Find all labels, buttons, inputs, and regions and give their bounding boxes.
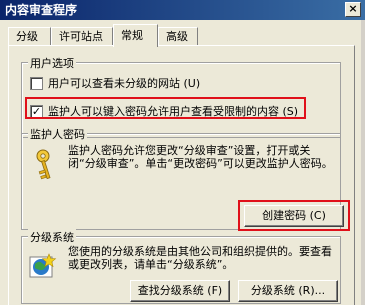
highlight-box (25, 97, 306, 119)
tab-ratings-label: 分级 (16, 30, 38, 43)
supervisor-password-group: 监护人密码 监护人密码允许您更改“分级审查”设置，打开或关闭“分级审查”。单击“… (21, 126, 350, 231)
window-edge (361, 20, 365, 305)
supervisor-description: 监护人密码允许您更改“分级审查”设置，打开或关闭“分级审查”。单击“更改密码”可… (68, 144, 333, 170)
tab-general[interactable]: 常规 (113, 24, 158, 47)
tab-general-label: 常规 (121, 29, 143, 42)
tab-advanced[interactable]: 高级 (158, 27, 198, 46)
user-options-title: 用户选项 (28, 55, 76, 71)
create-password-button[interactable]: 创建密码 (C) (244, 205, 344, 227)
tab-ratings[interactable]: 分级 (8, 27, 51, 46)
rating-systems-group: 分级系统 您使用的分级系统是由其他公司和组织提供的。要查看或更改列表，请单击“分… (21, 229, 341, 304)
find-rating-systems-button[interactable]: 查找分级系统 (F) (130, 280, 230, 302)
allow-unrated-checkbox[interactable] (30, 76, 43, 90)
rating-systems-description: 您使用的分级系统是由其他公司和组织提供的。要查看或更改列表，请单击“分级系统”。 (68, 245, 332, 271)
supervisor-password-title: 监护人密码 (28, 126, 87, 142)
title-bar: 内容审查程序 × (0, 0, 365, 20)
rating-system-icon (28, 251, 58, 286)
window-title: 内容审查程序 (5, 3, 78, 17)
close-button[interactable]: × (345, 2, 361, 17)
tab-approved-sites-label: 许可站点 (59, 30, 103, 43)
tab-advanced-label: 高级 (166, 30, 188, 43)
key-icon (28, 148, 58, 187)
allow-unrated-label: 用户可以查看未分级的网站 (U) (48, 77, 201, 90)
tab-panel-general: 用户选项 用户可以查看未分级的网站 (U) ✓ 监护人可以键入密码允许用户查看受… (8, 45, 355, 305)
allow-unrated-option[interactable]: 用户可以查看未分级的网站 (U) (30, 75, 200, 91)
rating-systems-button[interactable]: 分级系统 (R)... (238, 280, 338, 302)
tab-approved-sites[interactable]: 许可站点 (51, 27, 113, 46)
rating-systems-title: 分级系统 (28, 229, 76, 245)
close-icon: × (348, 2, 358, 15)
